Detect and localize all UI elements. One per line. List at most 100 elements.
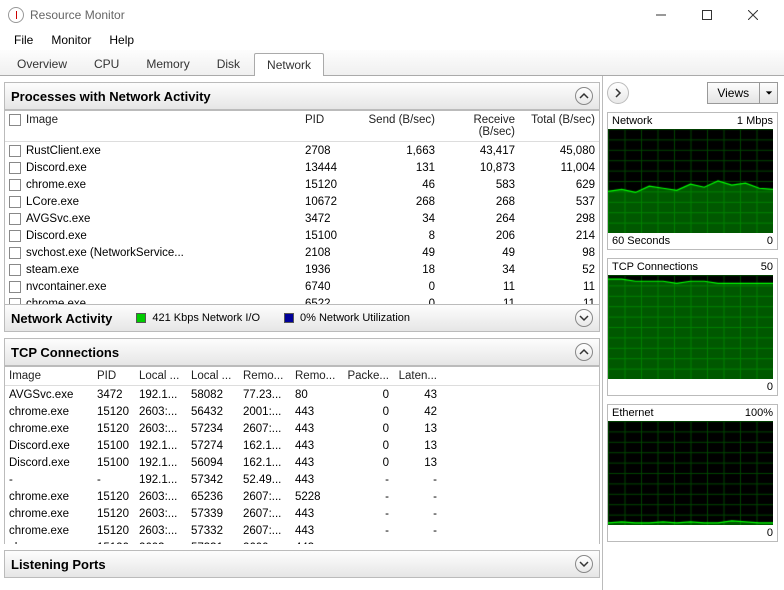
- cell-lp: 57234: [191, 423, 243, 435]
- cell-lp: 57331: [191, 542, 243, 545]
- section-tcp-title: TCP Connections: [11, 345, 119, 360]
- table-row[interactable]: chrome.exe151202603:...652362607:...5228…: [5, 488, 599, 505]
- collapse-right-button[interactable]: [607, 82, 629, 104]
- row-checkbox[interactable]: [9, 179, 21, 191]
- cell-la: 2603:...: [139, 525, 191, 537]
- section-listen-header[interactable]: Listening Ports: [4, 550, 600, 578]
- cell-total: 298: [515, 213, 595, 225]
- table-row[interactable]: chrome.exe1512046583629: [5, 176, 599, 193]
- cell-send: 8: [355, 230, 435, 242]
- cell-rp: 443: [295, 474, 347, 486]
- cell-ra: 77.23...: [243, 389, 295, 401]
- menu-help[interactable]: Help: [101, 31, 142, 49]
- col-pid[interactable]: PID: [305, 114, 355, 138]
- cell-total: 52: [515, 264, 595, 276]
- cell-pid: 1936: [305, 264, 355, 276]
- row-checkbox[interactable]: [9, 162, 21, 174]
- table-row[interactable]: steam.exe1936183452: [5, 261, 599, 278]
- cell-pid: 15120: [305, 179, 355, 191]
- tab-network[interactable]: Network: [254, 53, 324, 76]
- section-processes-header[interactable]: Processes with Network Activity: [4, 82, 600, 110]
- table-row[interactable]: svchost.exe (NetworkService...2108494998: [5, 244, 599, 261]
- tab-cpu[interactable]: CPU: [81, 52, 132, 75]
- maximize-button[interactable]: [684, 0, 730, 30]
- table-row[interactable]: LCore.exe10672268268537: [5, 193, 599, 210]
- tcp-header-row: Image PID Local ... Local ... Remo... Re…: [5, 367, 599, 386]
- close-button[interactable]: [730, 0, 776, 30]
- cell-image: chrome.exe: [26, 179, 305, 191]
- row-checkbox[interactable]: [9, 196, 21, 208]
- util-swatch: [284, 313, 294, 323]
- cell-lp: 57339: [191, 508, 243, 520]
- row-checkbox[interactable]: [9, 281, 21, 293]
- tab-overview[interactable]: Overview: [4, 52, 80, 75]
- tcp-table: Image PID Local ... Local ... Remo... Re…: [4, 366, 600, 544]
- ethernet-chart: [608, 421, 773, 525]
- cell-send: 49: [355, 247, 435, 259]
- col-image[interactable]: Image: [26, 114, 305, 138]
- chevron-up-icon: [575, 87, 593, 105]
- menu-monitor[interactable]: Monitor: [43, 31, 99, 49]
- cell-pid: 3472: [305, 213, 355, 225]
- cell-receive: 268: [435, 196, 515, 208]
- col-tcp-la[interactable]: Local ...: [139, 370, 191, 382]
- col-tcp-rp[interactable]: Remo...: [295, 370, 347, 382]
- cell-total: 214: [515, 230, 595, 242]
- col-tcp-ra[interactable]: Remo...: [243, 370, 295, 382]
- row-checkbox[interactable]: [9, 145, 21, 157]
- cell-lp: 56094: [191, 457, 243, 469]
- col-tcp-image[interactable]: Image: [9, 370, 97, 382]
- table-row[interactable]: chrome.exe151202603:...573392607:...443-…: [5, 505, 599, 522]
- table-row[interactable]: Discord.exe15100192.1...56094162.1...443…: [5, 454, 599, 471]
- table-row[interactable]: AVGSvc.exe347234264298: [5, 210, 599, 227]
- graph-network-min: 0: [767, 235, 773, 247]
- tab-disk[interactable]: Disk: [204, 52, 253, 75]
- col-send[interactable]: Send (B/sec): [355, 114, 435, 138]
- table-row[interactable]: Discord.exe1344413110,87311,004: [5, 159, 599, 176]
- table-row[interactable]: chrome.exe151202603:...564322001:...4430…: [5, 403, 599, 420]
- cell-image: chrome.exe: [9, 542, 97, 545]
- cell-pl: 0: [347, 406, 395, 418]
- cell-ra: 162.1...: [243, 457, 295, 469]
- cell-la: 2603:...: [139, 423, 191, 435]
- col-tcp-lp[interactable]: Local ...: [191, 370, 243, 382]
- graph-tcp-max: 50: [761, 261, 773, 273]
- table-row[interactable]: chrome.exe151202603:...573322607:...443-…: [5, 522, 599, 539]
- views-button[interactable]: Views: [707, 82, 779, 104]
- table-row[interactable]: chrome.exe151202603:...572342607:...4430…: [5, 420, 599, 437]
- cell-send: 0: [355, 281, 435, 293]
- cell-lat: -: [395, 491, 443, 503]
- table-row[interactable]: Discord.exe15100192.1...57274162.1...443…: [5, 437, 599, 454]
- row-checkbox[interactable]: [9, 264, 21, 276]
- table-row[interactable]: Discord.exe151008206214: [5, 227, 599, 244]
- section-tcp-header[interactable]: TCP Connections: [4, 338, 600, 366]
- cell-image: chrome.exe: [9, 525, 97, 537]
- cell-pl: 0: [347, 457, 395, 469]
- row-checkbox[interactable]: [9, 213, 21, 225]
- netactivity-kbps: 421 Kbps Network I/O: [152, 312, 260, 324]
- cell-image: Discord.exe: [26, 162, 305, 174]
- col-tcp-pid[interactable]: PID: [97, 370, 139, 382]
- menu-file[interactable]: File: [6, 31, 41, 49]
- table-row[interactable]: chrome.exe652201111: [5, 295, 599, 304]
- tab-memory[interactable]: Memory: [133, 52, 202, 75]
- table-row[interactable]: nvcontainer.exe674001111: [5, 278, 599, 295]
- table-row[interactable]: AVGSvc.exe3472192.1...5808277.23...80043: [5, 386, 599, 403]
- row-checkbox[interactable]: [9, 230, 21, 242]
- cell-lat: -: [395, 525, 443, 537]
- col-total[interactable]: Total (B/sec): [515, 114, 595, 138]
- cell-pl: -: [347, 542, 395, 545]
- select-all-checkbox[interactable]: [9, 114, 21, 126]
- col-tcp-pl[interactable]: Packe...: [347, 370, 395, 382]
- table-row[interactable]: chrome.exe151202603:...573312600:...443-…: [5, 539, 599, 544]
- section-netactivity-header[interactable]: Network Activity 421 Kbps Network I/O 0%…: [4, 304, 600, 332]
- table-row[interactable]: --192.1...5734252.49...443--: [5, 471, 599, 488]
- graph-network: Network1 Mbps 60 Seconds0: [607, 112, 778, 250]
- row-checkbox[interactable]: [9, 247, 21, 259]
- minimize-button[interactable]: [638, 0, 684, 30]
- col-tcp-lat[interactable]: Laten...: [395, 370, 443, 382]
- cell-la: 192.1...: [139, 474, 191, 486]
- table-row[interactable]: RustClient.exe27081,66343,41745,080: [5, 142, 599, 159]
- section-processes-title: Processes with Network Activity: [11, 89, 211, 104]
- col-receive[interactable]: Receive (B/sec): [435, 114, 515, 138]
